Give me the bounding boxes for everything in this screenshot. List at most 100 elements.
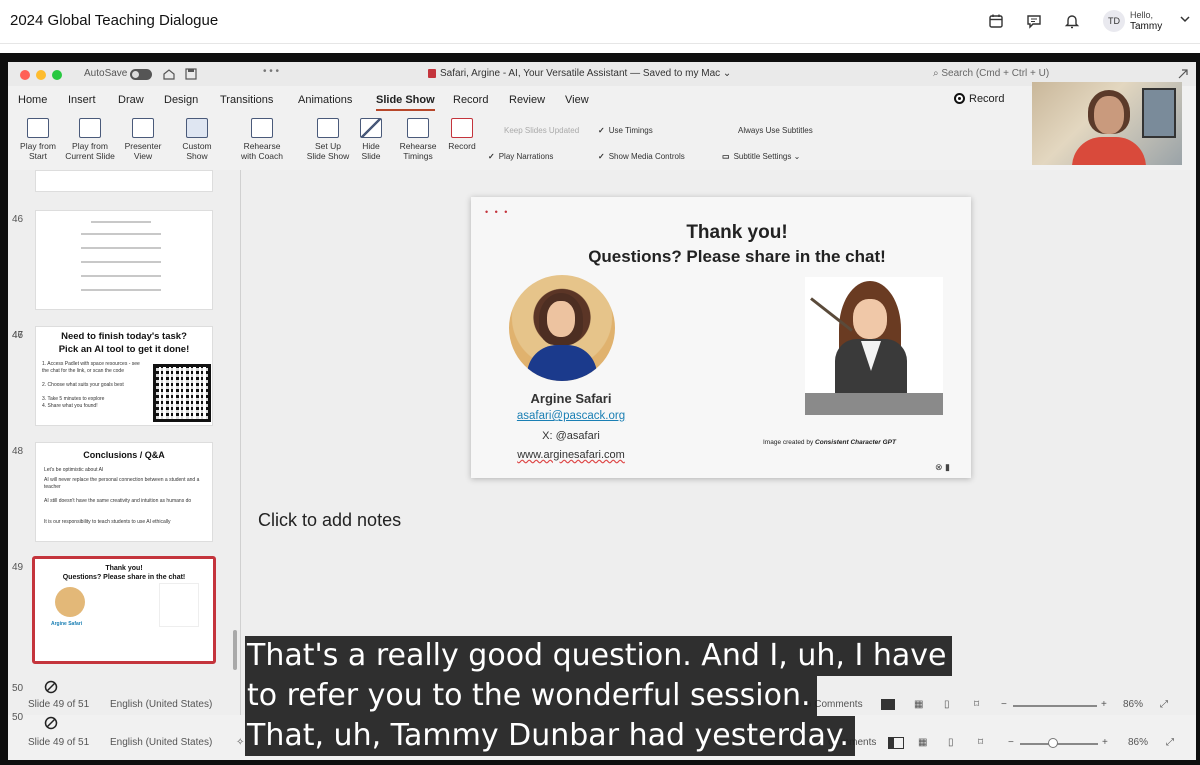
zoom-out-icon[interactable]: − — [1008, 737, 1014, 748]
use-timings-checkbox[interactable]: ✓ Use Timings — [598, 126, 653, 135]
record-slide-show-button[interactable]: Record — [442, 118, 482, 151]
zoom-out-icon[interactable]: − — [1001, 699, 1007, 710]
play-from-start-button[interactable]: Play from Start — [16, 118, 60, 161]
thumb-line — [81, 289, 161, 291]
slide-number: 50 — [12, 683, 24, 694]
slide-thumbnail-45[interactable] — [35, 170, 213, 192]
home-icon[interactable] — [162, 67, 176, 81]
hide-slide-icon — [360, 118, 382, 138]
ribbon-label: Timings — [403, 151, 433, 161]
slide-number: 48 — [12, 446, 24, 457]
subtitle-settings-dropdown[interactable]: ▭ Subtitle Settings ⌄ — [722, 152, 800, 161]
slide-thumbnails-panel[interactable]: 46 46 47 Need to finish today's task? Pi… — [8, 170, 240, 715]
caption-fragment: had yesterday. — [628, 718, 849, 753]
greeting-text: Hello, — [1130, 10, 1154, 20]
presenter-email-link[interactable]: asafari@pascack.org — [471, 410, 671, 422]
chat-icon[interactable] — [1025, 12, 1043, 30]
ribbon-label: Set Up — [315, 141, 341, 151]
record-button[interactable]: Record — [954, 93, 1004, 105]
tab-draw[interactable]: Draw — [118, 94, 144, 106]
accessibility-icon[interactable]: ✧ — [236, 737, 244, 748]
slideshow-view-icon[interactable]: ⌑ — [978, 737, 983, 748]
search-box[interactable]: ⌕ Search (Cmd + Ctrl + U) — [933, 68, 1049, 79]
language-indicator[interactable]: English (United States) — [110, 699, 212, 710]
maximize-window-button[interactable] — [52, 70, 62, 80]
bell-icon[interactable] — [1063, 12, 1081, 30]
thumb-title: Pick an AI tool to get it done! — [58, 344, 190, 355]
tab-transitions[interactable]: Transitions — [220, 94, 273, 106]
user-greeting[interactable]: Hello, Tammy — [1130, 9, 1162, 33]
thumb-bullet: Let's be optimistic about AI — [44, 467, 104, 473]
custom-show-icon — [186, 118, 208, 138]
zoom-slider-knob[interactable] — [1048, 738, 1058, 748]
tab-insert[interactable]: Insert — [68, 94, 96, 106]
thumb-title: Thank you! — [105, 565, 143, 572]
slideshow-view-icon[interactable]: ⌑ — [974, 699, 979, 710]
minimize-window-button[interactable] — [36, 70, 46, 80]
share-icon[interactable] — [1176, 67, 1190, 81]
thumb-bullet: 2. Choose what suits your goals best — [42, 382, 124, 388]
document-title: Safari, Argine - AI, Your Versatile Assi… — [440, 68, 732, 79]
rehearse-timings-button[interactable]: Rehearse Timings — [394, 118, 442, 161]
notes-placeholder[interactable]: Click to add notes — [258, 510, 401, 531]
chevron-down-icon[interactable] — [1180, 15, 1190, 23]
fit-to-window-icon[interactable]: ⤢ — [1166, 737, 1174, 748]
presenter-website[interactable]: www.arginesafari.com — [471, 449, 671, 461]
option-label: Always Use Subtitles — [738, 126, 813, 135]
rehearse-with-coach-button[interactable]: Rehearse with Coach — [234, 118, 290, 161]
illus-face — [853, 299, 887, 339]
presenter-name: Argine Safari — [530, 391, 612, 406]
play-current-icon — [79, 118, 101, 138]
option-label: Keep Slides Updated — [504, 126, 580, 135]
play-narrations-checkbox[interactable]: ✓ Play Narrations — [488, 152, 553, 161]
calendar-icon[interactable] — [987, 12, 1005, 30]
hide-slide-button[interactable]: Hide Slide — [354, 118, 388, 161]
slide-thumbnail-46[interactable] — [35, 210, 213, 310]
presenter-view-button[interactable]: Presenter View — [120, 118, 166, 161]
play-from-current-slide-button[interactable]: Play from Current Slide — [62, 118, 118, 161]
tab-record[interactable]: Record — [453, 94, 488, 106]
save-icon[interactable] — [184, 67, 198, 81]
autosave-toggle[interactable] — [130, 69, 152, 80]
keep-slides-updated-option[interactable]: Keep Slides Updated — [504, 126, 579, 135]
fit-to-window-icon[interactable]: ⤢ — [1160, 699, 1168, 710]
zoom-in-icon[interactable]: + — [1101, 699, 1107, 710]
custom-show-button[interactable]: Custom Show — [174, 118, 220, 161]
qr-code — [153, 364, 211, 422]
tab-slide-show[interactable]: Slide Show — [376, 94, 435, 111]
coach-icon — [251, 118, 273, 138]
current-slide[interactable]: • • • Thank you! Questions? Please share… — [471, 197, 971, 478]
zoom-slider[interactable] — [1013, 705, 1097, 707]
tab-design[interactable]: Design — [164, 94, 198, 106]
more-icon[interactable]: • • • — [263, 66, 279, 77]
credit-tool: Consistent Character GPT — [815, 439, 896, 446]
thumb-bullet: 1. Access Padlet with space resources - … — [42, 361, 140, 374]
user-avatar[interactable]: TD — [1103, 10, 1125, 32]
thumb-bullet: AI will never replace the personal conne… — [44, 477, 200, 490]
panel-scrollbar[interactable] — [233, 630, 237, 670]
tab-review[interactable]: Review — [509, 94, 545, 106]
tab-view[interactable]: View — [565, 94, 589, 106]
thumb-bullet: AI still doesn't have the same creativit… — [44, 498, 192, 504]
zoom-level[interactable]: 86% — [1123, 699, 1143, 710]
show-media-controls-checkbox[interactable]: ✓ Show Media Controls — [598, 152, 685, 161]
slide-thumbnail-47[interactable]: Need to finish today's task? Pick an AI … — [35, 326, 213, 426]
slide-thumbnail-48[interactable]: Conclusions / Q&A Let's be optimistic ab… — [35, 442, 213, 542]
language-indicator[interactable]: English (United States) — [110, 737, 212, 748]
slide-thumbnail-49-selected[interactable]: Thank you! Questions? Please share in th… — [32, 556, 216, 664]
zoom-slider[interactable] — [1020, 743, 1098, 745]
set-up-slide-show-button[interactable]: Set Up Slide Show — [302, 118, 354, 161]
zoom-in-icon[interactable]: + — [1102, 737, 1108, 748]
always-use-subtitles-option[interactable]: Always Use Subtitles — [738, 126, 813, 135]
tab-animations[interactable]: Animations — [298, 94, 352, 106]
close-window-button[interactable] — [20, 70, 30, 80]
presenter-x-handle: X: @asafari — [542, 430, 600, 442]
user-name: Tammy — [1130, 21, 1163, 32]
ribbon-label: Custom — [182, 141, 212, 151]
tab-home[interactable]: Home — [18, 94, 47, 106]
presenter-webcam-video — [1032, 82, 1182, 165]
thumb-bullet: 3. Take 5 minutes to explore — [42, 396, 105, 402]
thumb-line — [81, 247, 161, 249]
record-slides-icon — [451, 118, 473, 138]
zoom-level[interactable]: 86% — [1128, 737, 1148, 748]
